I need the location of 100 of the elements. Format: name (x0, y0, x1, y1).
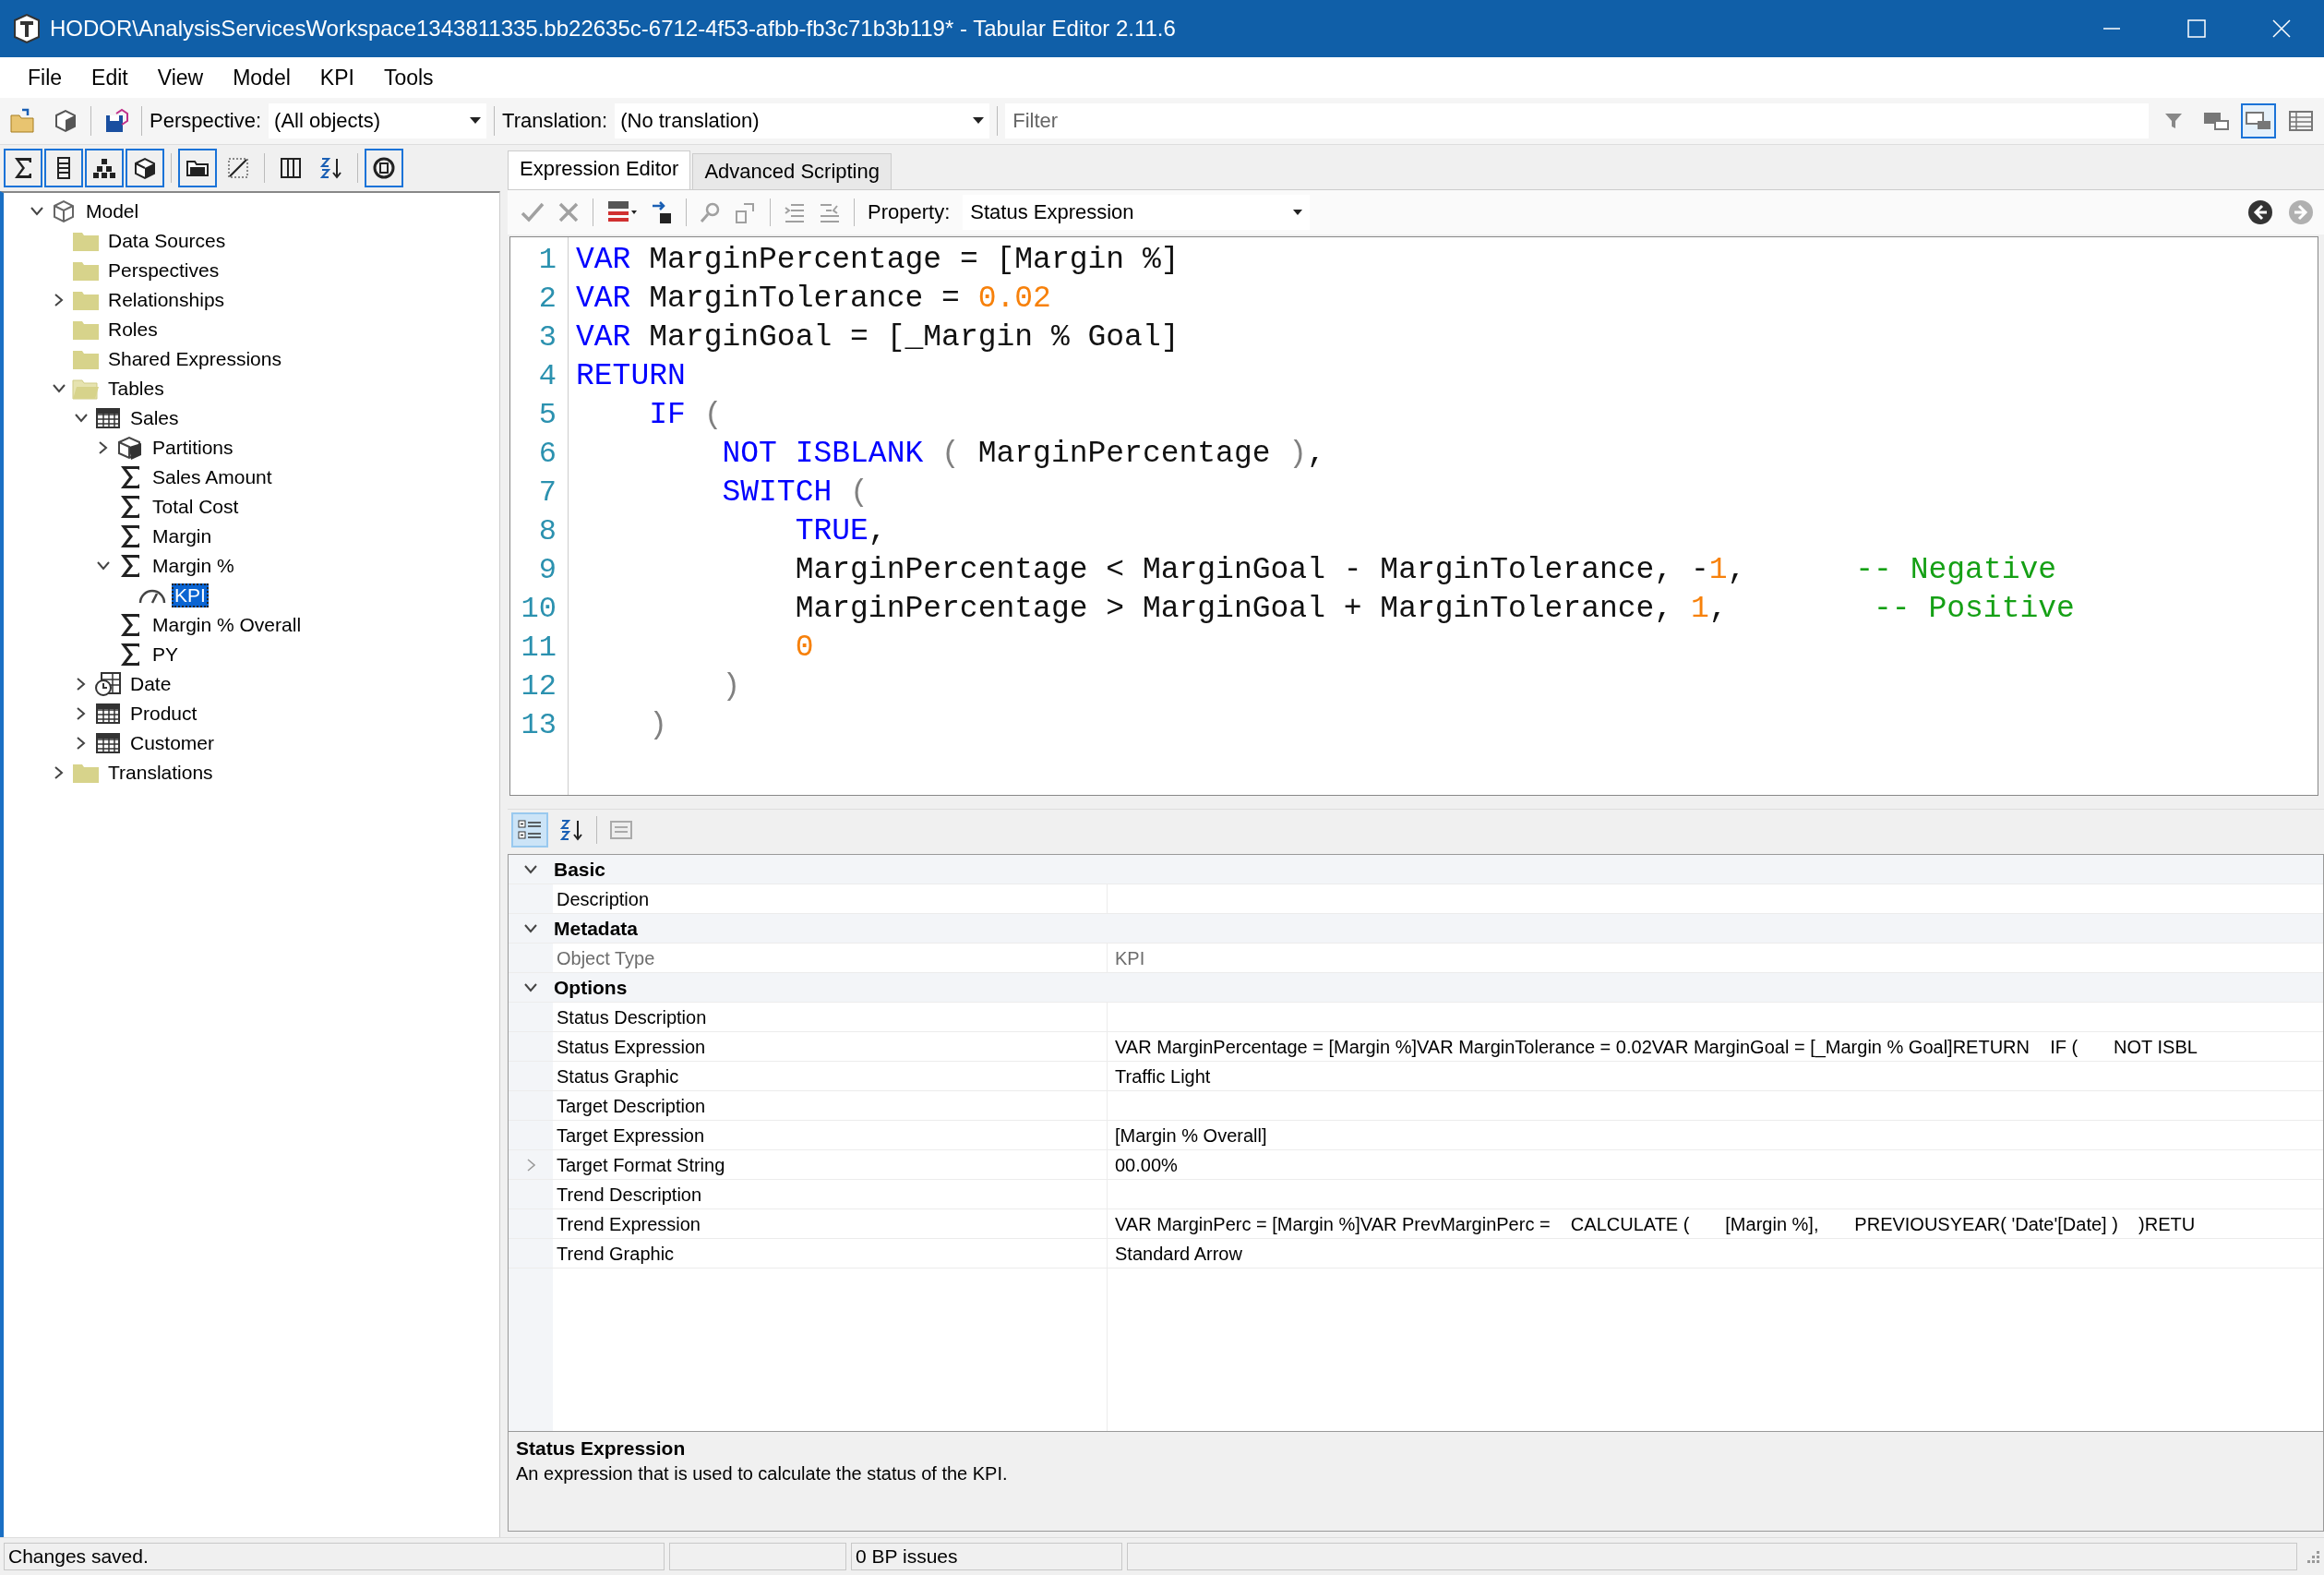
cancel-icon (557, 201, 580, 223)
folder-icon (186, 158, 210, 178)
tree-item[interactable]: Date (127, 672, 174, 696)
tree-item[interactable]: Sales (127, 406, 182, 430)
line-number: 6 (538, 437, 557, 471)
tree-item[interactable]: Margin % Overall (150, 613, 305, 637)
sigma-icon (119, 523, 141, 549)
menu-item[interactable]: Tools (368, 61, 449, 94)
perspective-dropdown[interactable]: (All objects) (269, 103, 487, 138)
menu-item[interactable]: Model (218, 61, 305, 94)
line-number: 8 (538, 514, 557, 548)
folder-icon (72, 289, 100, 311)
sort-icon (319, 156, 343, 180)
sigma-icon (119, 612, 141, 638)
sigma-icon (119, 642, 141, 667)
code-line: TRUE, (794, 513, 888, 550)
menu-item[interactable]: File (13, 61, 78, 94)
translation-dropdown[interactable]: (No translation) (615, 103, 990, 138)
toolbar-button[interactable] (85, 149, 124, 187)
hierarchy-icon (92, 157, 116, 179)
caret-icon (973, 117, 985, 125)
indent-icon (784, 202, 806, 222)
tree-item[interactable]: Margin % (150, 554, 237, 578)
tree-item[interactable]: Customer (127, 731, 218, 755)
property-label: Property: (868, 200, 951, 224)
menu-item[interactable]: Edit (77, 61, 143, 94)
menu-item[interactable]: View (142, 61, 219, 94)
tab[interactable]: Advanced Scripting (692, 153, 892, 189)
tree-item[interactable]: KPI (172, 583, 209, 607)
toolbar-button[interactable] (4, 149, 42, 187)
tree-item[interactable]: Shared Expressions (105, 347, 284, 371)
property-value[interactable]: VAR MarginPercentage = [Margin %]VAR MarginTolerance = 0.02VAR MarginGoal = [_Margin % Goal]RETURN IF ( NOT ISBL (1115, 1036, 2198, 1057)
sigma-icon (119, 494, 141, 520)
cube-icon (133, 156, 157, 180)
property-name: Trend Expression (557, 1213, 701, 1234)
property-value[interactable]: 00.00% (1115, 1154, 1178, 1175)
issues-count: 0 BP issues (851, 1543, 1122, 1570)
close-icon (2272, 19, 2291, 38)
code-line: 0 (794, 630, 815, 667)
forward-icon (2287, 198, 2315, 226)
tree-item[interactable]: Data Sources (105, 229, 229, 253)
category-header[interactable]: Basic (553, 859, 606, 881)
line-number: 2 (538, 282, 557, 316)
caret-icon (1293, 210, 1303, 215)
sigma-icon (12, 156, 34, 180)
sigma-icon (119, 464, 141, 490)
view-button[interactable] (2241, 103, 2276, 138)
toolbar-button[interactable] (511, 812, 548, 848)
tree-item[interactable]: Perspectives (105, 258, 222, 283)
code-line: MarginPercentage > MarginGoal + MarginTolerance, 1, -- Positive (794, 591, 2075, 628)
code-line: ) (721, 668, 742, 705)
tree-item[interactable]: Product (127, 702, 200, 726)
line-number: 9 (538, 553, 557, 587)
property-name: Object Type (557, 947, 655, 968)
folder-icon (72, 378, 100, 400)
property-name: Trend Description (557, 1184, 702, 1205)
folder-icon (9, 108, 37, 134)
property-value[interactable]: [Margin % Overall] (1115, 1124, 1267, 1146)
property-value[interactable]: Traffic Light (1115, 1065, 1211, 1087)
tree-item[interactable]: Tables (105, 377, 167, 401)
window-title: HODOR\AnalysisServicesWorkspace1343811335.bb22635c-6712-4f53-afbb-fb3c71b3b119* - Tabular Editor 2.11.6 (50, 16, 1177, 42)
save-icon (103, 108, 129, 134)
app-icon (11, 13, 42, 44)
toolbar-button[interactable] (365, 149, 403, 187)
list-icon (2288, 110, 2314, 132)
categorized-icon (517, 818, 543, 842)
arrow-icon (651, 200, 673, 224)
tree-item[interactable]: Relationships (105, 288, 228, 312)
code-line: VAR MarginTolerance = 0.02 (576, 281, 1052, 318)
tree-item[interactable]: Roles (105, 318, 161, 342)
line-number: 10 (521, 592, 557, 626)
code-line: MarginPercentage < MarginGoal - MarginTolerance, -1, -- Negative (794, 552, 2058, 589)
tree-item[interactable]: Margin (150, 524, 215, 548)
toolbar-button[interactable] (126, 149, 164, 187)
folder-icon (72, 348, 100, 370)
property-name: Status Expression (557, 1036, 706, 1057)
code-line: VAR MarginPercentage = [Margin %] (576, 242, 1180, 279)
property-value[interactable]: VAR MarginPerc = [Margin %]VAR PrevMarginPerc = CALCULATE ( [Margin %], PREVIOUSYEAR( 'Date'[Date] ) )RETU (1115, 1213, 2196, 1234)
category-header[interactable]: Metadata (553, 918, 639, 940)
line-number: 7 (538, 475, 557, 510)
code-line: RETURN (576, 358, 687, 395)
line-number: 3 (538, 320, 557, 355)
tree-item[interactable]: PY (150, 643, 181, 667)
property-value[interactable]: Standard Arrow (1115, 1243, 1242, 1264)
tree-item[interactable]: Translations (105, 761, 216, 785)
filter-field[interactable]: Filter (1005, 103, 2149, 138)
tree-item[interactable]: Model (83, 199, 142, 223)
toolbar-button[interactable] (178, 149, 217, 187)
tab[interactable]: Expression Editor (508, 150, 691, 189)
tree-item[interactable]: Partitions (150, 436, 236, 460)
category-header[interactable]: Options (553, 977, 628, 999)
tree-item[interactable]: Total Cost (150, 495, 242, 519)
line-number: 11 (521, 631, 557, 665)
line-number: 13 (521, 708, 557, 742)
table-icon (95, 407, 121, 429)
menu-item[interactable]: KPI (305, 61, 369, 94)
line-number: 5 (538, 398, 557, 432)
toolbar-button[interactable] (44, 149, 83, 187)
tree-item[interactable]: Sales Amount (150, 465, 275, 489)
property-dropdown[interactable]: Status Expression (963, 195, 1311, 230)
